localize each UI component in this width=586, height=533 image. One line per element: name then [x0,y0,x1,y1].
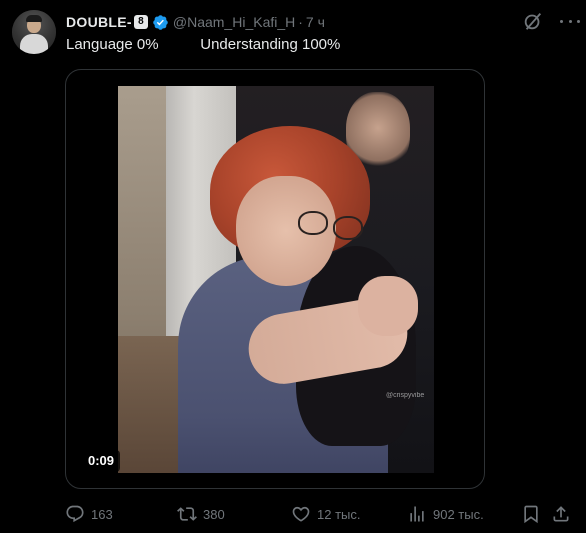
views-icon [410,506,424,522]
tweet-header: DOUBLE- 8 @Naam_Hi_Kafi_H · 7 ч [66,13,325,31]
separator: · [298,14,303,30]
grok-icon[interactable] [522,10,544,32]
share-button[interactable] [551,502,571,526]
reply-count: 163 [91,506,113,522]
video-frame[interactable]: @crispyvibe [118,86,434,473]
handle[interactable]: @Naam_Hi_Kafi_H [173,14,295,30]
repost-icon [177,507,197,521]
like-icon [292,506,310,522]
video-duration: 0:09 [82,450,121,472]
timestamp[interactable]: 7 ч [306,14,325,30]
display-name[interactable]: DOUBLE- [66,14,132,30]
video-player[interactable]: @crispyvibe 0:09 [65,69,485,489]
like-count: 12 тыс. [317,506,361,522]
like-button[interactable]: 12 тыс. [291,502,360,526]
views-count: 902 тыс. [433,506,484,522]
reply-button[interactable]: 163 [65,502,113,526]
tweet-text: Language 0% Understanding 100% [66,36,341,53]
video-watermark: @crispyvibe [386,392,425,399]
views-button[interactable]: 902 тыс. [407,502,484,526]
share-icon [553,506,569,522]
bookmark-icon [524,505,538,524]
repost-button[interactable]: 380 [177,502,225,526]
verified-badge-icon[interactable] [152,14,169,31]
avatar[interactable] [12,10,56,54]
more-icon[interactable] [560,10,580,32]
bookmark-button[interactable] [521,502,541,526]
action-bar: 163 380 12 тыс. 902 тыс. [65,502,585,526]
name-badge: 8 [133,15,148,29]
repost-count: 380 [203,506,225,522]
reply-icon [66,505,84,523]
